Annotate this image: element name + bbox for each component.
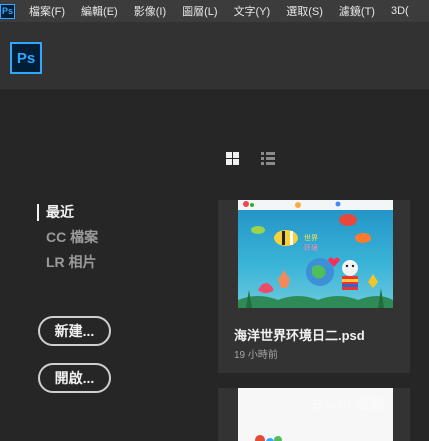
menu-file[interactable]: 檔案(F) [29,3,65,19]
nav-item-lr-photos[interactable]: LR 相片 [37,253,98,278]
photoshop-logo[interactable]: Ps [10,42,42,74]
recent-file-card[interactable]: 世界 环境 海洋世界环境日二.psd 19 小時前 [218,200,410,373]
file-thumbnail: 世界 环境 [238,200,393,308]
file-name: 海洋世界环境日二.psd [234,328,365,343]
grid-view-icon[interactable] [226,152,239,165]
photoshop-app-icon[interactable]: Ps [0,3,15,19]
menu-edit[interactable]: 編輯(E) [81,3,118,19]
new-button[interactable]: 新建... [38,316,111,346]
menu-select[interactable]: 選取(S) [286,3,323,19]
menu-bar: Ps 檔案(F) 編輯(E) 影像(I) 圖層(L) 文字(Y) 選取(S) 濾… [0,0,429,22]
ocean-illustration: 世界 环境 [238,200,393,308]
nav-item-recent[interactable]: 最近 [37,203,98,228]
grid-cell [233,152,239,158]
home-nav: 最近 CC 檔案 LR 相片 [37,203,98,278]
menu-layer[interactable]: 圖層(L) [182,3,217,19]
open-button[interactable]: 開啟... [38,363,111,393]
nav-item-cc-files[interactable]: CC 檔案 [37,228,98,253]
grid-cell [233,159,239,165]
grid-cell [226,152,232,158]
home-header: Ps [0,22,429,90]
watermark: Baidu 经验 [312,396,383,412]
svg-text:环境: 环境 [304,243,318,252]
list-view-icon[interactable] [261,152,275,165]
menu-3d[interactable]: 3D( [391,5,409,17]
svg-text:世界: 世界 [304,233,318,242]
grid-cell [226,159,232,165]
file-modified-time: 19 小時前 [234,350,278,361]
menu-filter[interactable]: 濾鏡(T) [339,3,375,19]
menu-type[interactable]: 文字(Y) [234,3,271,19]
menu-image[interactable]: 影像(I) [134,3,166,19]
